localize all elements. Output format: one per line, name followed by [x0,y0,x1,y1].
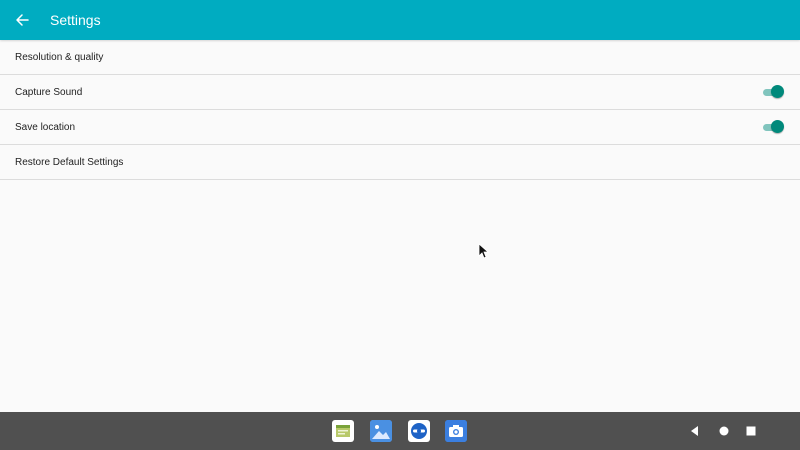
browser-app-icon[interactable] [408,420,430,442]
page-title: Settings [50,12,101,28]
setting-label: Resolution & quality [15,51,104,63]
files-app-icon[interactable] [332,420,354,442]
camera-app-icon[interactable] [445,420,467,442]
save-location-toggle[interactable] [762,120,784,134]
setting-label: Capture Sound [15,86,83,98]
setting-label: Save location [15,121,76,133]
arrow-back-icon [16,14,29,26]
mouse-cursor-icon [478,243,490,259]
toggle-thumb [771,120,784,133]
nav-home-button[interactable] [716,423,732,439]
setting-restore-defaults[interactable]: Restore Default Settings [0,145,800,180]
nav-home-icon [719,426,729,436]
nav-recents-button[interactable] [743,423,759,439]
settings-list: Resolution & quality Capture Sound Save … [0,40,800,180]
setting-resolution-quality[interactable]: Resolution & quality [0,40,800,75]
system-nav-bar [0,412,800,450]
gallery-app-icon[interactable] [370,420,392,442]
nav-recents-icon [746,426,756,436]
app-bar: Settings [0,0,800,40]
setting-capture-sound[interactable]: Capture Sound [0,75,800,110]
setting-save-location[interactable]: Save location [0,110,800,145]
nav-back-icon [691,426,698,436]
setting-label: Restore Default Settings [15,156,124,168]
back-button[interactable] [0,0,44,40]
nav-back-button[interactable] [687,423,703,439]
capture-sound-toggle[interactable] [762,85,784,99]
toggle-thumb [771,85,784,98]
